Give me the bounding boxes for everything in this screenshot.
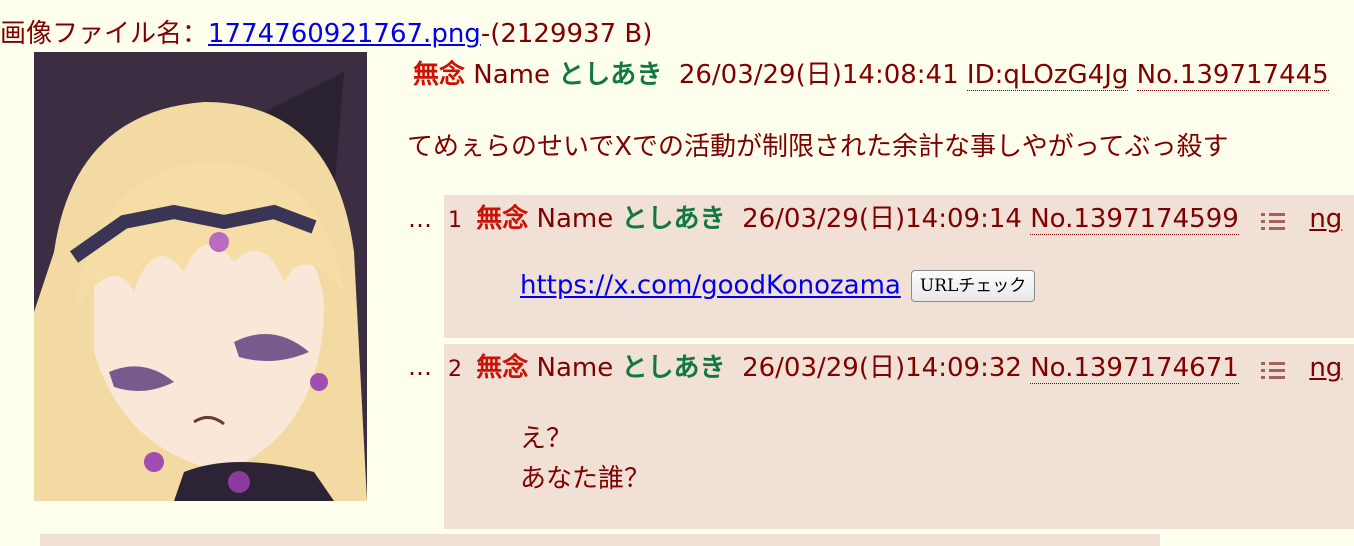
reply-1: 1 無念 Name としあき 26/03/29(日)14:09:14 No.13… bbox=[444, 195, 1354, 338]
thumbnail-image bbox=[34, 52, 367, 501]
reply-1-name: としあき bbox=[621, 204, 726, 234]
reply-1-subject: 無念 bbox=[476, 204, 529, 234]
reply-1-url-link[interactable]: https://x.com/goodKonozama bbox=[520, 271, 901, 301]
reply-1-ng-link[interactable]: ng bbox=[1309, 204, 1342, 234]
reply-2-subject: 無念 bbox=[476, 353, 529, 383]
reply-2-dots: … bbox=[408, 353, 432, 381]
op-datetime: 26/03/29(日)14:08:41 bbox=[678, 60, 959, 90]
file-label: 画像ファイル名： bbox=[0, 19, 209, 49]
next-reply-edge bbox=[40, 534, 1160, 546]
reply-1-index: 1 bbox=[448, 208, 462, 233]
op-header: 無念 Name としあき 26/03/29(日)14:08:41 ID:qLOz… bbox=[413, 55, 1329, 95]
reply-2: 2 無念 Name としあき 26/03/29(日)14:09:32 No.13… bbox=[444, 344, 1354, 529]
reply-2-datetime: 26/03/29(日)14:09:32 bbox=[742, 353, 1022, 383]
op-name-label: Name bbox=[473, 60, 550, 90]
file-size: -(2129937 B) bbox=[480, 19, 653, 49]
reply-1-body: https://x.com/goodKonozama URLチェック bbox=[520, 270, 1036, 302]
file-info: 画像ファイル名：1774760921767.png-(2129937 B) bbox=[0, 14, 652, 54]
op-subject: 無念 bbox=[413, 60, 466, 90]
reply-1-number[interactable]: No.1397174599 bbox=[1030, 204, 1239, 235]
reply-1-name-label: Name bbox=[536, 204, 614, 234]
op-body: てめぇらのせいでXでの活動が制限された余計な事しやがってぶっ殺す bbox=[407, 132, 1229, 162]
reply-2-number[interactable]: No.1397174671 bbox=[1030, 353, 1239, 384]
reply-1-datetime: 26/03/29(日)14:09:14 bbox=[742, 204, 1022, 234]
reply-2-name-label: Name bbox=[536, 353, 614, 383]
reply-2-line-1: え？ bbox=[520, 424, 573, 454]
post-thumbnail[interactable] bbox=[34, 52, 367, 501]
reply-2-line-2: あなた誰？ bbox=[520, 464, 651, 494]
reply-2-ng-link[interactable]: ng bbox=[1309, 353, 1342, 383]
op-id[interactable]: ID:qLOzG4Jg bbox=[966, 60, 1129, 91]
reply-2-index: 2 bbox=[448, 357, 462, 382]
menu-icon[interactable] bbox=[1261, 358, 1286, 380]
reply-2-name: としあき bbox=[621, 353, 726, 383]
url-check-button[interactable]: URLチェック bbox=[910, 270, 1036, 302]
menu-icon[interactable] bbox=[1261, 209, 1286, 231]
reply-2-body: え？ あなた誰？ bbox=[520, 419, 650, 499]
op-name: としあき bbox=[558, 60, 663, 90]
reply-1-header: 1 無念 Name としあき 26/03/29(日)14:09:14 No.13… bbox=[448, 199, 1342, 239]
file-link[interactable]: 1774760921767.png bbox=[208, 19, 481, 49]
op-number[interactable]: No.139717445 bbox=[1136, 60, 1329, 91]
reply-2-header: 2 無念 Name としあき 26/03/29(日)14:09:32 No.13… bbox=[448, 348, 1342, 388]
reply-1-dots: … bbox=[408, 205, 432, 233]
